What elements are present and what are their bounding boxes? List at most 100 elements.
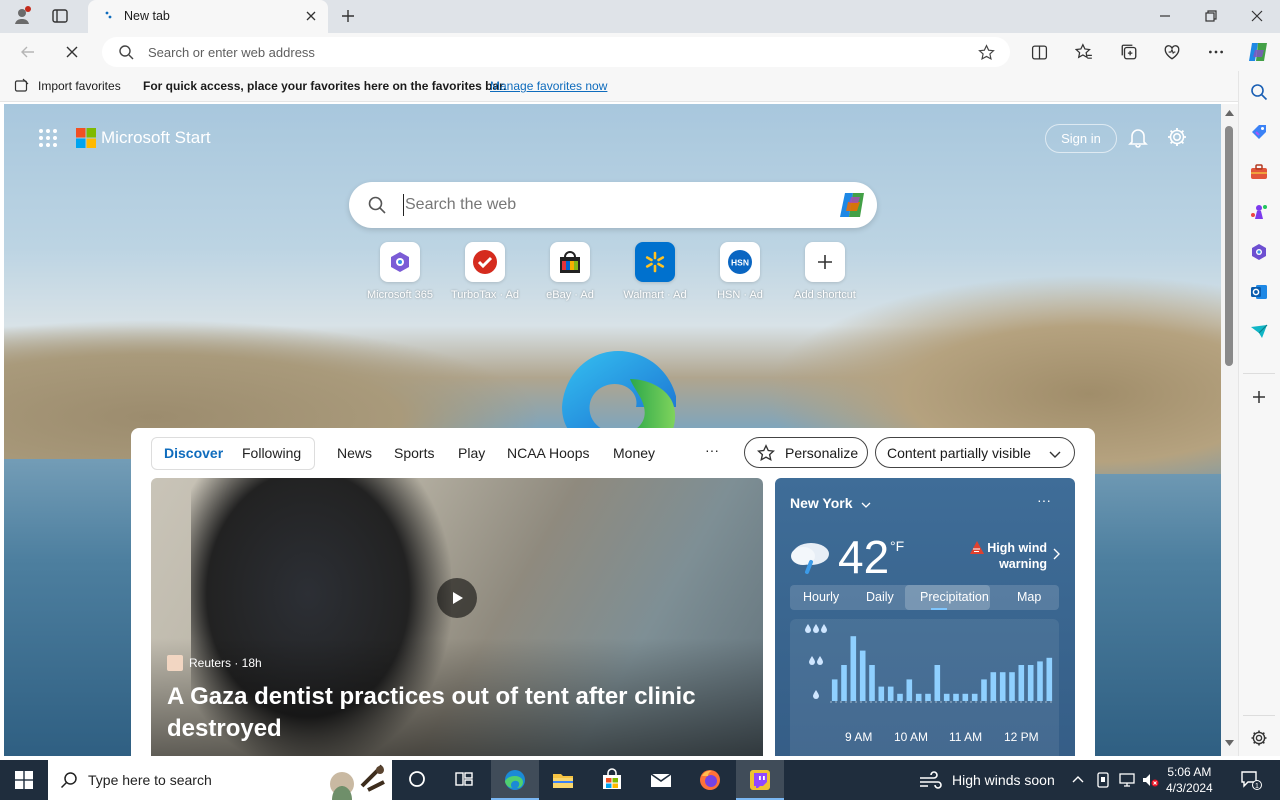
windows-start-icon[interactable] — [15, 771, 33, 789]
shortcut-turbotax[interactable]: TurboTax · Ad — [440, 242, 530, 301]
tab-following[interactable]: Following — [242, 445, 301, 461]
minimize-icon[interactable] — [1157, 8, 1173, 24]
sidebar-settings-icon[interactable] — [1250, 729, 1268, 747]
sidebar-add-icon[interactable] — [1250, 388, 1268, 406]
address-bar[interactable]: Search or enter web address — [102, 37, 1010, 67]
new-tab-plus-icon[interactable] — [340, 8, 356, 24]
sidebar-tools-icon[interactable] — [1250, 163, 1268, 181]
copilot-search-icon[interactable] — [837, 191, 867, 219]
video-play-icon[interactable] — [437, 578, 477, 618]
precip-bar — [943, 693, 950, 701]
brand-title[interactable]: Microsoft Start — [101, 128, 211, 148]
taskbar-weather-text[interactable]: High winds soon — [952, 772, 1055, 788]
add-shortcut-button[interactable]: Add shortcut — [780, 242, 870, 301]
import-favorites-icon[interactable] — [14, 78, 30, 94]
favorite-star-icon[interactable] — [978, 44, 995, 61]
notification-center-icon[interactable]: 1 — [1240, 770, 1262, 790]
close-window-icon[interactable] — [1249, 8, 1265, 24]
taskbar-twitch-icon[interactable] — [748, 768, 772, 792]
tray-device-icon[interactable] — [1096, 772, 1110, 788]
web-search-icon — [367, 195, 387, 215]
tab-discover[interactable]: Discover — [164, 445, 223, 461]
weather-tab-daily[interactable]: Daily — [866, 590, 894, 604]
tab-new-tab[interactable]: New tab — [88, 0, 328, 33]
chevron-right-icon[interactable] — [1051, 548, 1061, 560]
stop-loading-icon[interactable] — [64, 44, 80, 60]
tab-title: New tab — [124, 9, 170, 23]
chevron-down-icon — [1048, 447, 1062, 461]
nav-ncaa-hoops[interactable]: NCAA Hoops — [507, 445, 589, 461]
hero-news-card[interactable]: Reuters · 18h A Gaza dentist practices o… — [151, 478, 763, 756]
search-highlight-illustration-icon[interactable] — [316, 760, 392, 800]
hero-source: Reuters · 18h — [167, 655, 262, 671]
cortana-icon[interactable] — [406, 768, 428, 790]
restore-icon[interactable] — [1203, 8, 1219, 24]
nav-money[interactable]: Money — [613, 445, 655, 461]
personalize-button[interactable]: Personalize — [744, 437, 868, 468]
sidebar-games-icon[interactable] — [1250, 203, 1268, 221]
sidebar-microsoft-365-icon[interactable] — [1250, 243, 1268, 261]
workspaces-icon[interactable] — [52, 8, 68, 24]
app-launcher-icon[interactable] — [38, 128, 58, 148]
weather-tab-map[interactable]: Map — [1017, 590, 1041, 604]
sidebar-search-icon[interactable] — [1250, 83, 1268, 101]
content-visibility-dropdown[interactable]: Content partially visible — [875, 437, 1075, 468]
profile-icon[interactable] — [12, 6, 32, 26]
sidebar-outlook-icon[interactable] — [1250, 283, 1268, 301]
tray-volume-muted-icon[interactable] — [1141, 772, 1159, 788]
nav-sports[interactable]: Sports — [394, 445, 434, 461]
shortcut-ebay[interactable]: eBay · Ad — [525, 242, 615, 301]
weather-tab-hourly[interactable]: Hourly — [803, 590, 839, 604]
scroll-down-icon[interactable] — [1225, 740, 1234, 746]
page-settings-gear-icon[interactable] — [1166, 126, 1188, 148]
shortcut-walmart[interactable]: Walmart · Ad — [610, 242, 700, 301]
weather-warning[interactable]: High wind warning — [963, 540, 1047, 572]
back-arrow-icon[interactable] — [20, 44, 36, 60]
scroll-up-icon[interactable] — [1225, 110, 1234, 116]
city-chevron-down-icon[interactable] — [861, 500, 871, 510]
nav-play[interactable]: Play — [458, 445, 485, 461]
manage-favorites-link[interactable]: Manage favorites now — [490, 79, 607, 93]
weather-card[interactable]: New York ··· 42 °F High wind warning Hou… — [775, 478, 1075, 756]
sidebar-drop-icon[interactable] — [1250, 323, 1268, 341]
sidebar-shopping-icon[interactable] — [1250, 123, 1268, 141]
precipitation-bars — [830, 636, 1054, 703]
weather-city[interactable]: New York — [790, 495, 853, 511]
page-scrollbar[interactable] — [1221, 104, 1238, 756]
weather-tab-precipitation[interactable]: Precipitation — [920, 590, 989, 604]
weather-warning-line1: High wind — [987, 541, 1047, 555]
shortcut-hsn[interactable]: HSN HSN · Ad — [695, 242, 785, 301]
nav-more-button[interactable]: ··· — [705, 442, 719, 458]
tray-network-icon[interactable] — [1118, 772, 1136, 788]
taskbar-wind-icon[interactable] — [918, 770, 942, 790]
notifications-bell-icon[interactable] — [1127, 126, 1149, 148]
tab-favicon-icon — [104, 10, 116, 22]
light-rain-drop-icon — [812, 689, 820, 701]
task-view-icon[interactable] — [453, 768, 475, 790]
hero-headline[interactable]: A Gaza dentist practices out of tent aft… — [167, 681, 727, 745]
import-favorites-button[interactable]: Import favorites — [38, 79, 121, 93]
taskbar-firefox-icon[interactable] — [698, 768, 722, 792]
collections-icon[interactable] — [1120, 43, 1138, 61]
taskbar-store-icon[interactable] — [600, 768, 624, 792]
split-screen-icon[interactable] — [1031, 44, 1048, 61]
taskbar-file-explorer-icon[interactable] — [551, 768, 575, 792]
taskbar-mail-icon[interactable] — [649, 768, 673, 792]
weather-more-button[interactable]: ··· — [1037, 492, 1051, 508]
taskbar-clock[interactable]: 5:06 AM 4/3/2024 — [1166, 764, 1213, 796]
more-options-icon[interactable] — [1207, 43, 1225, 61]
show-hidden-icons-chevron-icon[interactable] — [1071, 773, 1085, 785]
close-tab-icon[interactable] — [304, 9, 318, 23]
precip-bar — [831, 679, 838, 701]
nav-news[interactable]: News — [337, 445, 372, 461]
taskbar-search-box[interactable]: Type here to search — [48, 760, 392, 800]
sign-in-button[interactable]: Sign in — [1045, 124, 1117, 153]
precip-bar — [887, 686, 894, 701]
favorites-icon[interactable] — [1075, 43, 1093, 61]
copilot-icon[interactable] — [1246, 41, 1270, 63]
browser-essentials-icon[interactable] — [1163, 43, 1181, 61]
scrollbar-thumb[interactable] — [1225, 126, 1233, 366]
web-search-box[interactable]: Search the web — [349, 182, 877, 228]
taskbar-edge-icon[interactable] — [503, 768, 527, 792]
shortcut-microsoft-365[interactable]: Microsoft 365 — [355, 242, 445, 301]
